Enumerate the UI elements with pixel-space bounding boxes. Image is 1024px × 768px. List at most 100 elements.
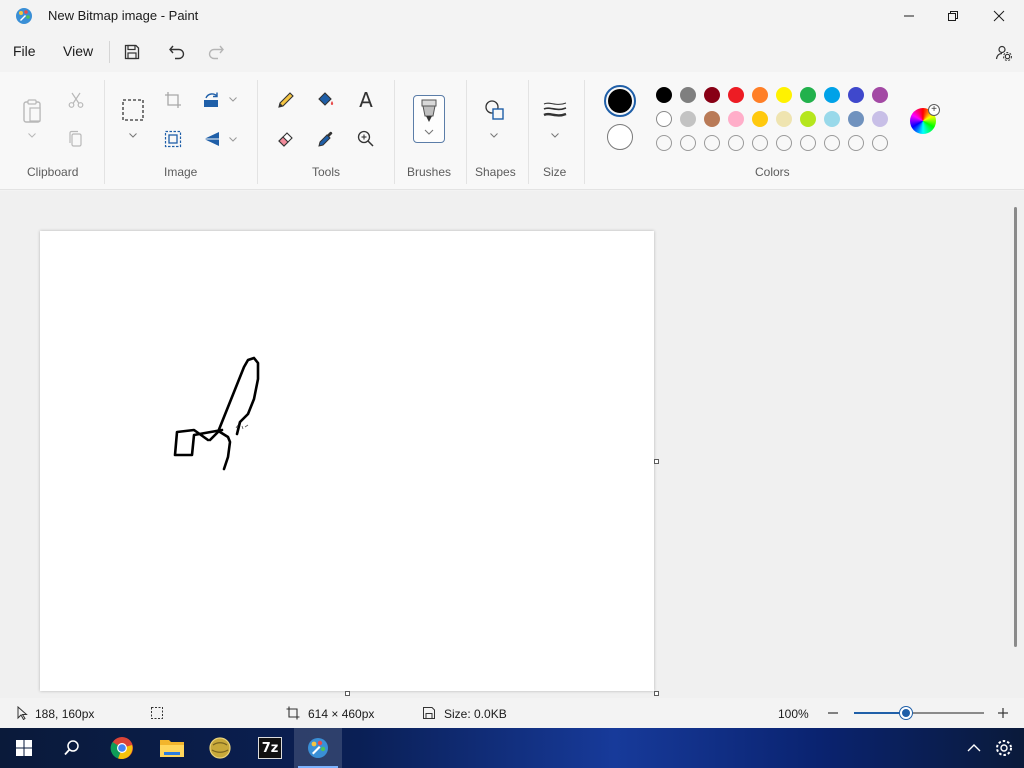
palette-swatch[interactable] [656, 87, 672, 103]
file-explorer-taskbar-button[interactable] [148, 728, 196, 768]
pencil-tool-button[interactable] [271, 86, 301, 114]
text-tool-button[interactable]: A [351, 86, 381, 114]
palette-swatch[interactable] [776, 111, 792, 127]
zoom-in-button[interactable] [996, 706, 1010, 720]
secondary-color-swatch[interactable] [607, 124, 633, 150]
magnifier-button[interactable] [351, 125, 381, 153]
custom-color-slot[interactable] [872, 135, 888, 151]
palette-swatch[interactable] [656, 111, 672, 127]
zoom-slider[interactable] [854, 707, 984, 719]
select-button[interactable] [118, 96, 148, 124]
eraser-tool-button[interactable] [271, 125, 301, 153]
palette-swatch[interactable] [704, 111, 720, 127]
palette-swatch[interactable] [752, 111, 768, 127]
divider [584, 80, 585, 184]
crop-icon [165, 92, 181, 108]
shapes-button[interactable] [479, 96, 509, 124]
account-settings-icon [995, 45, 1012, 61]
tools-group-label: Tools [312, 165, 341, 179]
close-button[interactable] [976, 0, 1022, 32]
custom-color-slot[interactable] [704, 135, 720, 151]
size-dropdown[interactable] [550, 130, 560, 140]
line-size-icon [543, 102, 567, 117]
zoom-slider-thumb[interactable] [900, 707, 912, 719]
select-dropdown[interactable] [128, 130, 138, 140]
palette-swatch[interactable] [680, 87, 696, 103]
palette-swatch[interactable] [872, 87, 888, 103]
color-picker-button[interactable] [311, 125, 341, 153]
resize-button[interactable] [158, 125, 188, 153]
resize-handle-corner[interactable] [654, 691, 659, 696]
vertical-scrollbar[interactable] [1014, 207, 1017, 647]
palette-swatch[interactable] [728, 87, 744, 103]
minimize-button[interactable] [886, 0, 932, 32]
palette-swatch[interactable] [776, 87, 792, 103]
palette-swatch[interactable] [704, 87, 720, 103]
palette-swatch[interactable] [800, 87, 816, 103]
primary-color-fill [608, 89, 632, 113]
copy-button[interactable] [61, 125, 91, 153]
flip-button[interactable] [197, 125, 227, 153]
palette-swatch[interactable] [848, 111, 864, 127]
7zip-taskbar-button[interactable]: 7z [246, 728, 294, 768]
chrome-icon [110, 737, 133, 760]
settings-button[interactable] [990, 40, 1018, 66]
palette-swatch[interactable] [680, 111, 696, 127]
resize-handle-bottom[interactable] [345, 691, 350, 696]
brushes-group-label: Brushes [407, 165, 452, 179]
menu-bar: File View [0, 34, 1024, 70]
search-button[interactable] [48, 728, 96, 768]
flip-dropdown[interactable] [228, 134, 238, 144]
custom-color-slot[interactable] [680, 135, 696, 151]
drawing-canvas[interactable] [40, 231, 654, 691]
palette-swatch[interactable] [848, 87, 864, 103]
rotate-button[interactable] [197, 86, 227, 114]
size-group-label: Size [543, 165, 567, 179]
fill-tool-button[interactable] [311, 86, 341, 114]
primary-color-swatch[interactable] [604, 85, 636, 117]
custom-color-slot[interactable] [656, 135, 672, 151]
rotate-dropdown[interactable] [228, 94, 238, 104]
view-menu[interactable]: View [63, 43, 93, 59]
undo-icon [169, 45, 185, 60]
palette-swatch[interactable] [800, 111, 816, 127]
colors-group-label: Colors [755, 165, 790, 179]
chrome-taskbar-button[interactable] [98, 728, 146, 768]
start-button[interactable] [0, 728, 48, 768]
save-button[interactable] [118, 39, 146, 65]
restore-button[interactable] [930, 0, 976, 32]
app-taskbar-button[interactable] [196, 728, 244, 768]
palette-swatch[interactable] [728, 111, 744, 127]
zoom-out-button[interactable] [826, 706, 840, 720]
paint-app-icon [14, 6, 34, 26]
custom-color-slot[interactable] [824, 135, 840, 151]
paste-button[interactable] [17, 96, 47, 126]
custom-color-slot[interactable] [752, 135, 768, 151]
settings-tray-button[interactable] [980, 728, 1024, 768]
zoom-level: 100% [778, 707, 809, 721]
brushes-button[interactable] [413, 95, 445, 143]
chevron-down-icon [229, 96, 237, 102]
save-icon [124, 44, 140, 60]
palette-swatch[interactable] [824, 87, 840, 103]
flip-icon [204, 132, 219, 146]
custom-color-slot[interactable] [728, 135, 744, 151]
resize-handle-right[interactable] [654, 459, 659, 464]
paint-taskbar-button[interactable] [294, 728, 342, 768]
crop-button[interactable] [158, 86, 188, 114]
custom-color-slot[interactable] [848, 135, 864, 151]
palette-swatch[interactable] [752, 87, 768, 103]
palette-swatch[interactable] [824, 111, 840, 127]
file-menu[interactable]: File [13, 43, 36, 59]
cut-button[interactable] [61, 86, 91, 114]
edit-colors-button[interactable]: + [910, 104, 940, 134]
undo-button[interactable] [163, 39, 191, 65]
shapes-dropdown[interactable] [489, 130, 499, 140]
custom-color-slot[interactable] [800, 135, 816, 151]
custom-color-slot[interactable] [776, 135, 792, 151]
plus-icon: + [928, 104, 940, 116]
paste-dropdown[interactable] [27, 130, 37, 140]
palette-swatch[interactable] [872, 111, 888, 127]
redo-button[interactable] [202, 39, 230, 65]
size-button[interactable] [540, 96, 570, 124]
